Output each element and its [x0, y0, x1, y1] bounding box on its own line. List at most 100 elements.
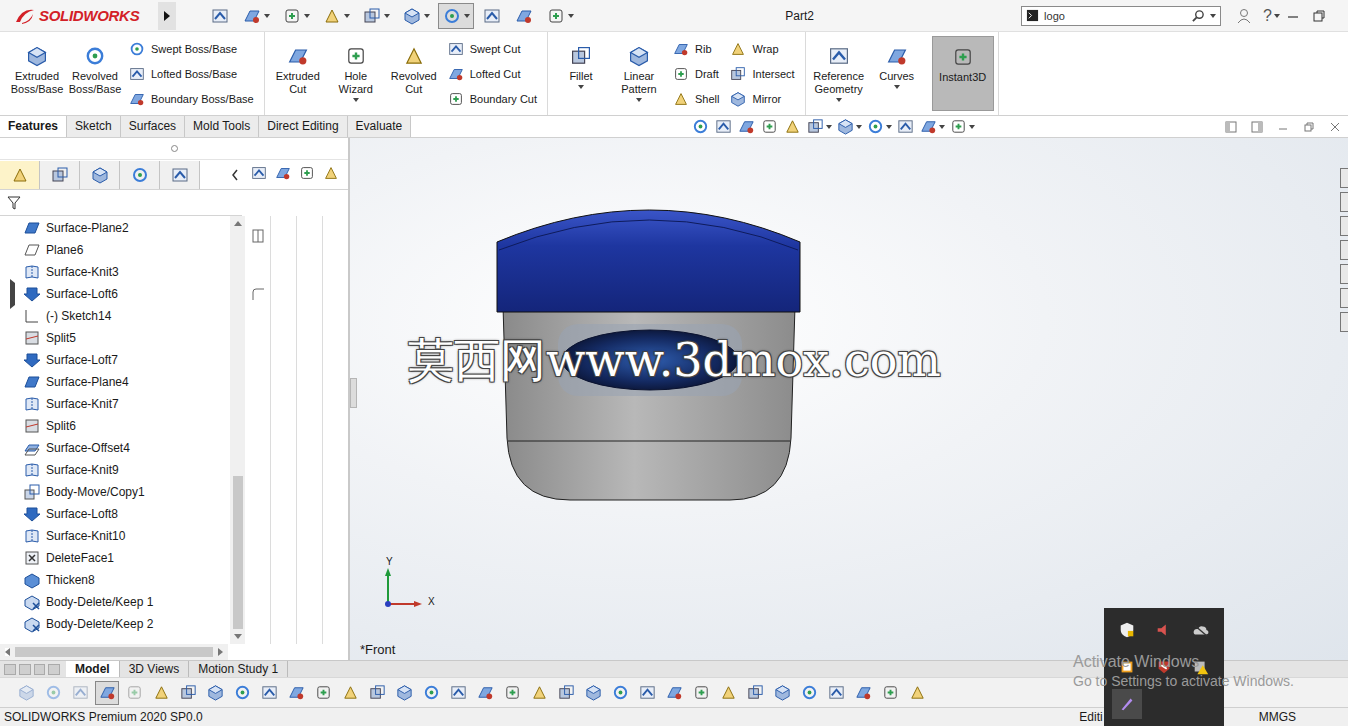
- tree-item[interactable]: Surface-Plane2: [0, 217, 230, 239]
- cloud-icon[interactable]: [1192, 621, 1210, 639]
- command-button[interactable]: Intersect: [729, 63, 794, 85]
- toolbar-button[interactable]: [608, 681, 632, 705]
- view-tool-button[interactable]: [806, 117, 832, 136]
- tree-item[interactable]: Surface-Loft7: [0, 349, 230, 371]
- display-pane-button[interactable]: [298, 164, 322, 185]
- tree-item[interactable]: Surface-Plane4: [0, 371, 230, 393]
- toolbar-button[interactable]: [68, 681, 92, 705]
- toolbar-button[interactable]: [797, 681, 821, 705]
- tree-item[interactable]: Surface-Knit7: [0, 393, 230, 415]
- command-tab[interactable]: Sketch: [67, 116, 121, 137]
- toolbar-button[interactable]: [311, 681, 335, 705]
- toolbar-button[interactable]: [176, 681, 200, 705]
- tree-item[interactable]: Surface-Loft8: [0, 503, 230, 525]
- minimize-icon[interactable]: [1276, 120, 1290, 134]
- quick-access-button[interactable]: [278, 3, 314, 29]
- panel-tab[interactable]: [80, 161, 120, 189]
- toolbar-button[interactable]: [554, 681, 578, 705]
- model-tab[interactable]: 3D Views: [120, 661, 189, 677]
- minimize-icon[interactable]: [1285, 8, 1301, 24]
- tab-scroll-button[interactable]: [48, 664, 60, 675]
- tree-item[interactable]: (-) Sketch14: [0, 305, 230, 327]
- command-button[interactable]: Swept Boss/Base: [128, 38, 254, 60]
- toolbar-button[interactable]: [770, 681, 794, 705]
- panel-collapse-handle[interactable]: [350, 378, 357, 408]
- toolbar-button[interactable]: [878, 681, 902, 705]
- command-button[interactable]: Instant3D: [932, 36, 994, 111]
- expand-arrow-slot[interactable]: [6, 279, 18, 309]
- command-tab[interactable]: Evaluate: [348, 116, 412, 137]
- panel-tab[interactable]: [120, 161, 160, 189]
- command-tab[interactable]: Direct Editing: [259, 116, 347, 137]
- command-button[interactable]: Extruded Cut: [269, 32, 327, 115]
- tree-item[interactable]: Plane6: [0, 239, 230, 261]
- model-tab[interactable]: Motion Study 1: [189, 661, 288, 677]
- quick-access-button[interactable]: [358, 3, 394, 29]
- view-tool-button[interactable]: [691, 117, 710, 136]
- command-button[interactable]: Revolved Boss/Base: [66, 32, 124, 115]
- tree-item[interactable]: Split6: [0, 415, 230, 437]
- split-view-icon[interactable]: [250, 228, 266, 244]
- solidworks-logo[interactable]: SOLIDWORKS: [0, 7, 150, 25]
- toolbar-button[interactable]: [689, 681, 713, 705]
- command-button[interactable]: Reference Geometry: [810, 32, 868, 115]
- tile-right-icon[interactable]: [1250, 120, 1264, 134]
- toolbar-button[interactable]: [14, 681, 38, 705]
- view-tool-button[interactable]: [760, 117, 779, 136]
- task-pane-tab[interactable]: [1340, 240, 1348, 260]
- view-tool-button[interactable]: [919, 117, 945, 136]
- graphics-area[interactable]: 莫西网www.3dmox.com Y X *Front: [350, 138, 1348, 660]
- quick-access-button[interactable]: [478, 3, 506, 29]
- tab-scroll-button[interactable]: [34, 664, 46, 675]
- command-button[interactable]: Hole Wizard: [327, 32, 385, 115]
- quick-access-button[interactable]: [398, 3, 434, 29]
- toolbar-button[interactable]: [257, 681, 281, 705]
- close-icon[interactable]: [1328, 120, 1342, 134]
- tree-item[interactable]: Surface-Knit9: [0, 459, 230, 481]
- view-tool-button[interactable]: [949, 117, 975, 136]
- tree-item[interactable]: Thicken8: [0, 569, 230, 591]
- tree-item[interactable]: Body-Delete/Keep 1: [0, 591, 230, 613]
- toolbar-button[interactable]: [365, 681, 389, 705]
- restore-icon[interactable]: [1311, 8, 1327, 24]
- tree-item[interactable]: Split5: [0, 327, 230, 349]
- toolbar-button[interactable]: [392, 681, 416, 705]
- command-button[interactable]: Lofted Cut: [447, 63, 537, 85]
- tile-left-icon[interactable]: [1224, 120, 1238, 134]
- command-button[interactable]: Curves: [868, 32, 926, 115]
- command-button[interactable]: Shell: [672, 88, 719, 110]
- help-button[interactable]: ?: [1263, 7, 1272, 25]
- tab-scroll-button[interactable]: [4, 664, 16, 675]
- toolbar-button[interactable]: [635, 681, 659, 705]
- restore-icon[interactable]: [1302, 120, 1316, 134]
- quick-access-button[interactable]: [438, 3, 474, 29]
- quick-access-button[interactable]: [238, 3, 274, 29]
- scroll-thumb[interactable]: [233, 476, 243, 629]
- panel-tab[interactable]: [0, 161, 40, 189]
- tree-filter[interactable]: [0, 190, 242, 216]
- command-button[interactable]: Extruded Boss/Base: [8, 32, 66, 115]
- task-pane-tab[interactable]: [1340, 312, 1348, 332]
- command-tab[interactable]: Surfaces: [121, 116, 185, 137]
- scroll-down-icon[interactable]: [234, 634, 242, 639]
- task-pane-tab[interactable]: [1340, 216, 1348, 236]
- display-pane-button[interactable]: [250, 164, 274, 185]
- panel-tab[interactable]: [160, 161, 200, 189]
- scroll-up-icon[interactable]: [234, 221, 242, 226]
- horizontal-scrollbar[interactable]: [0, 644, 228, 660]
- quick-access-button[interactable]: [542, 3, 578, 29]
- command-button[interactable]: Draft: [672, 63, 719, 85]
- command-button[interactable]: Lofted Boss/Base: [128, 63, 254, 85]
- task-pane-tab[interactable]: [1340, 264, 1348, 284]
- toolbar-button[interactable]: [473, 681, 497, 705]
- scroll-right-icon[interactable]: [218, 648, 223, 656]
- toolbar-button[interactable]: [419, 681, 443, 705]
- toolbar-button[interactable]: [581, 681, 605, 705]
- toolbar-button[interactable]: [284, 681, 308, 705]
- command-button[interactable]: Linear Pattern: [610, 32, 668, 115]
- command-tab[interactable]: Features: [0, 116, 67, 137]
- command-button[interactable]: Mirror: [729, 88, 794, 110]
- task-pane-tab[interactable]: [1340, 168, 1348, 188]
- search-box[interactable]: logo: [1021, 6, 1221, 26]
- scroll-thumb[interactable]: [15, 647, 213, 657]
